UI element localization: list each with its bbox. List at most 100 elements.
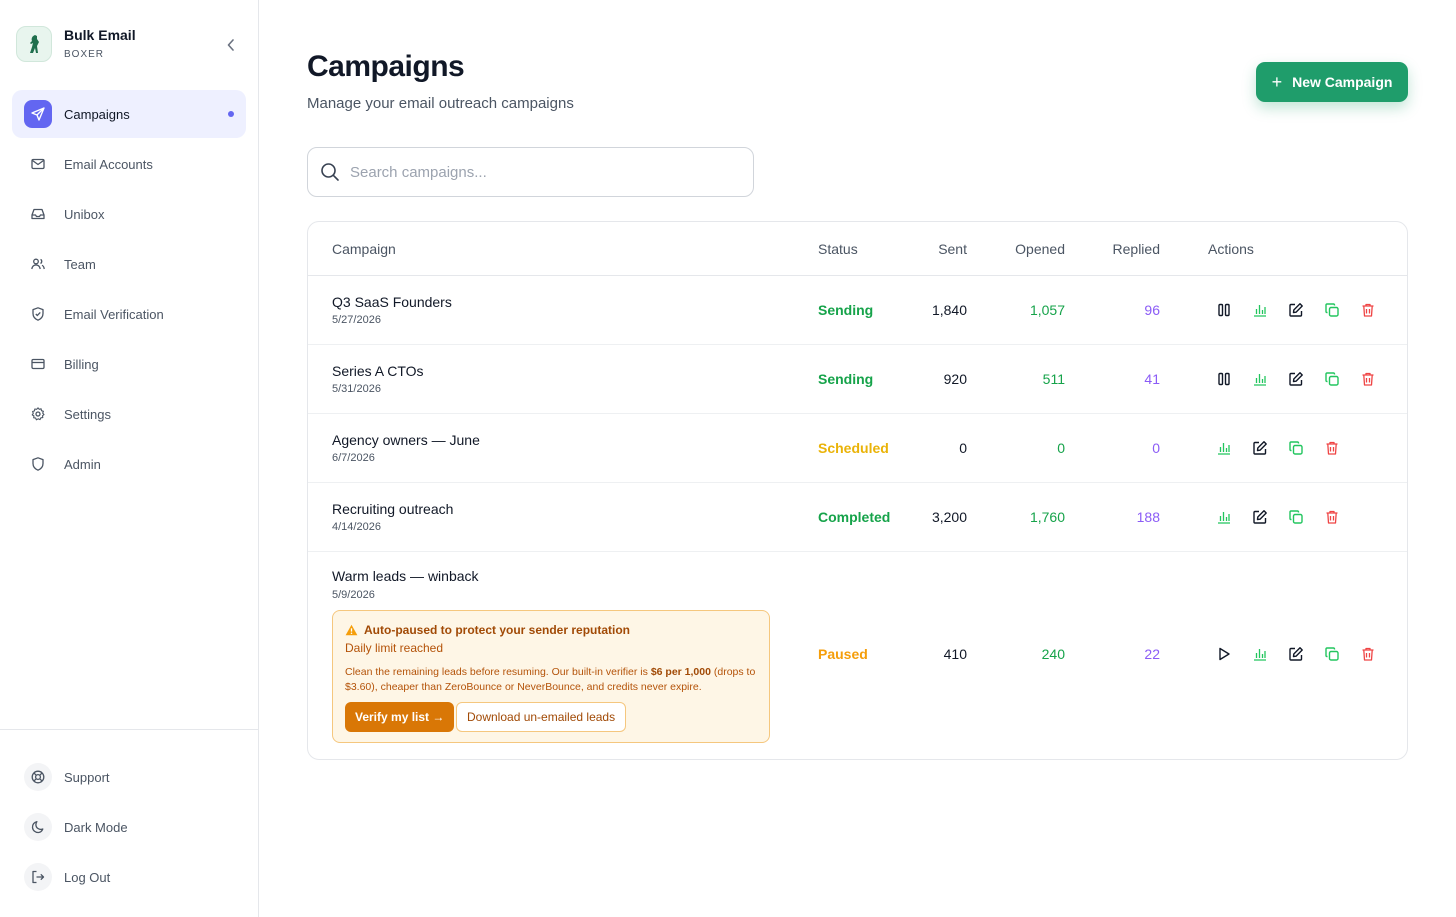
copy-icon — [1325, 372, 1339, 386]
send-icon — [24, 100, 52, 128]
edit-button[interactable] — [1286, 300, 1306, 320]
duplicate-button[interactable] — [1286, 438, 1306, 458]
table-row[interactable]: Agency owners — June 6/7/2026 Scheduled … — [308, 414, 1407, 483]
bar-chart-icon — [1218, 443, 1230, 455]
sidebar-item-team[interactable]: Team — [12, 240, 246, 288]
support-button[interactable]: Support — [24, 752, 128, 802]
download-leads-button[interactable]: Download un-emailed leads — [456, 702, 627, 732]
sidebar-item-email-accounts[interactable]: Email Accounts — [12, 140, 246, 188]
analytics-button[interactable] — [1214, 438, 1234, 458]
sidebar-item-label: Admin — [64, 456, 101, 472]
table-row[interactable]: Series A CTOs 5/31/2026 Sending 920 511 … — [308, 345, 1407, 414]
campaign-date: 6/7/2026 — [332, 452, 375, 464]
pause-button[interactable] — [1214, 369, 1234, 389]
edit-button[interactable] — [1250, 507, 1270, 527]
collapse-sidebar-button[interactable] — [222, 36, 240, 54]
duplicate-button[interactable] — [1322, 369, 1342, 389]
table-row[interactable]: Recruiting outreach 4/14/2026 Completed … — [308, 483, 1407, 552]
verifier-price: $6 per 1,000 — [650, 666, 711, 678]
auto-paused-warning: Auto-paused to protect your sender reput… — [332, 610, 770, 743]
analytics-button[interactable] — [1214, 507, 1234, 527]
edit-button[interactable] — [1250, 438, 1270, 458]
sidebar-item-unibox[interactable]: Unibox — [12, 190, 246, 238]
pause-button[interactable] — [1214, 300, 1234, 320]
edit-button[interactable] — [1286, 644, 1306, 664]
duplicate-button[interactable] — [1286, 507, 1306, 527]
sidebar-item-label: Email Accounts — [64, 156, 153, 172]
column-header-replied: Replied — [1112, 241, 1160, 257]
warning-icon — [345, 624, 358, 636]
lifebuoy-icon — [24, 763, 52, 791]
campaign-name[interactable]: Agency owners — June — [332, 432, 480, 448]
dark-mode-label: Dark Mode — [64, 819, 128, 835]
log-out-button[interactable]: Log Out — [24, 852, 128, 902]
resume-button[interactable] — [1214, 644, 1234, 664]
campaign-date: 5/9/2026 — [332, 589, 375, 601]
row-actions — [1214, 507, 1358, 527]
copy-icon — [1289, 441, 1303, 455]
row-actions — [1214, 644, 1394, 664]
campaign-name[interactable]: Q3 SaaS Founders — [332, 294, 452, 310]
duplicate-button[interactable] — [1322, 300, 1342, 320]
shield-icon — [24, 450, 52, 478]
sidebar-item-email-verification[interactable]: Email Verification — [12, 290, 246, 338]
sidebar-item-campaigns[interactable]: Campaigns — [12, 90, 246, 138]
play-icon — [1219, 647, 1230, 661]
trash-icon — [1326, 441, 1338, 455]
verify-list-button[interactable]: Verify my list → — [345, 702, 455, 732]
chevron-left-icon — [227, 39, 234, 51]
new-campaign-button[interactable]: + New Campaign — [1256, 62, 1408, 102]
delete-button[interactable] — [1358, 644, 1378, 664]
search-box[interactable] — [307, 147, 754, 197]
pause-icon — [1218, 303, 1230, 317]
trash-icon — [1362, 647, 1374, 661]
sidebar-item-label: Email Verification — [64, 306, 164, 322]
delete-button[interactable] — [1358, 369, 1378, 389]
log-out-label: Log Out — [64, 869, 111, 885]
sidebar-nav: Campaigns Email Accounts Unibox Team Ema… — [12, 90, 246, 490]
dark-mode-toggle[interactable]: Dark Mode — [24, 802, 128, 852]
search-input[interactable] — [350, 163, 730, 181]
sidebar-bottom-nav: Support Dark Mode Log Out — [24, 752, 128, 902]
support-label: Support — [64, 769, 110, 785]
sidebar-item-label: Unibox — [64, 206, 105, 222]
trash-icon — [1326, 510, 1338, 524]
delete-button[interactable] — [1322, 507, 1342, 527]
replied-count: 22 — [1144, 646, 1160, 662]
sent-count: 920 — [943, 371, 967, 387]
delete-button[interactable] — [1358, 300, 1378, 320]
table-header: Campaign Status Sent Opened Replied Acti… — [308, 222, 1407, 276]
opened-count: 240 — [1041, 646, 1065, 662]
sent-count: 3,200 — [931, 509, 967, 525]
edit-button[interactable] — [1286, 369, 1306, 389]
sidebar-item-billing[interactable]: Billing — [12, 340, 246, 388]
replied-count: 96 — [1144, 302, 1160, 318]
users-icon — [24, 250, 52, 278]
bar-chart-icon — [1254, 649, 1266, 661]
column-header-sent: Sent — [938, 241, 967, 257]
opened-count: 1,760 — [1029, 509, 1065, 525]
campaign-date: 4/14/2026 — [332, 521, 381, 533]
table-row[interactable]: Q3 SaaS Founders 5/27/2026 Sending 1,840… — [308, 276, 1407, 345]
campaign-name[interactable]: Recruiting outreach — [332, 501, 453, 517]
edit-icon — [1289, 647, 1303, 661]
duplicate-button[interactable] — [1322, 644, 1342, 664]
campaign-name[interactable]: Series A CTOs — [332, 363, 424, 379]
plus-icon: + — [1271, 72, 1283, 92]
edit-icon — [1253, 510, 1267, 524]
analytics-button[interactable] — [1250, 369, 1270, 389]
boxer-logo-icon — [16, 26, 52, 62]
pause-icon — [1218, 372, 1230, 386]
page-title: Campaigns — [307, 50, 465, 83]
sidebar-item-settings[interactable]: Settings — [12, 390, 246, 438]
analytics-button[interactable] — [1250, 300, 1270, 320]
analytics-button[interactable] — [1250, 644, 1270, 664]
bar-chart-icon — [1254, 374, 1266, 386]
delete-button[interactable] — [1322, 438, 1342, 458]
opened-count: 511 — [1042, 371, 1065, 387]
campaign-date: 5/27/2026 — [332, 314, 381, 326]
sidebar-item-admin[interactable]: Admin — [12, 440, 246, 488]
warning-title: Auto-paused to protect your sender reput… — [364, 623, 631, 637]
brand[interactable]: Bulk Email BOXER — [16, 26, 136, 62]
campaign-name[interactable]: Warm leads — winback — [332, 568, 479, 584]
